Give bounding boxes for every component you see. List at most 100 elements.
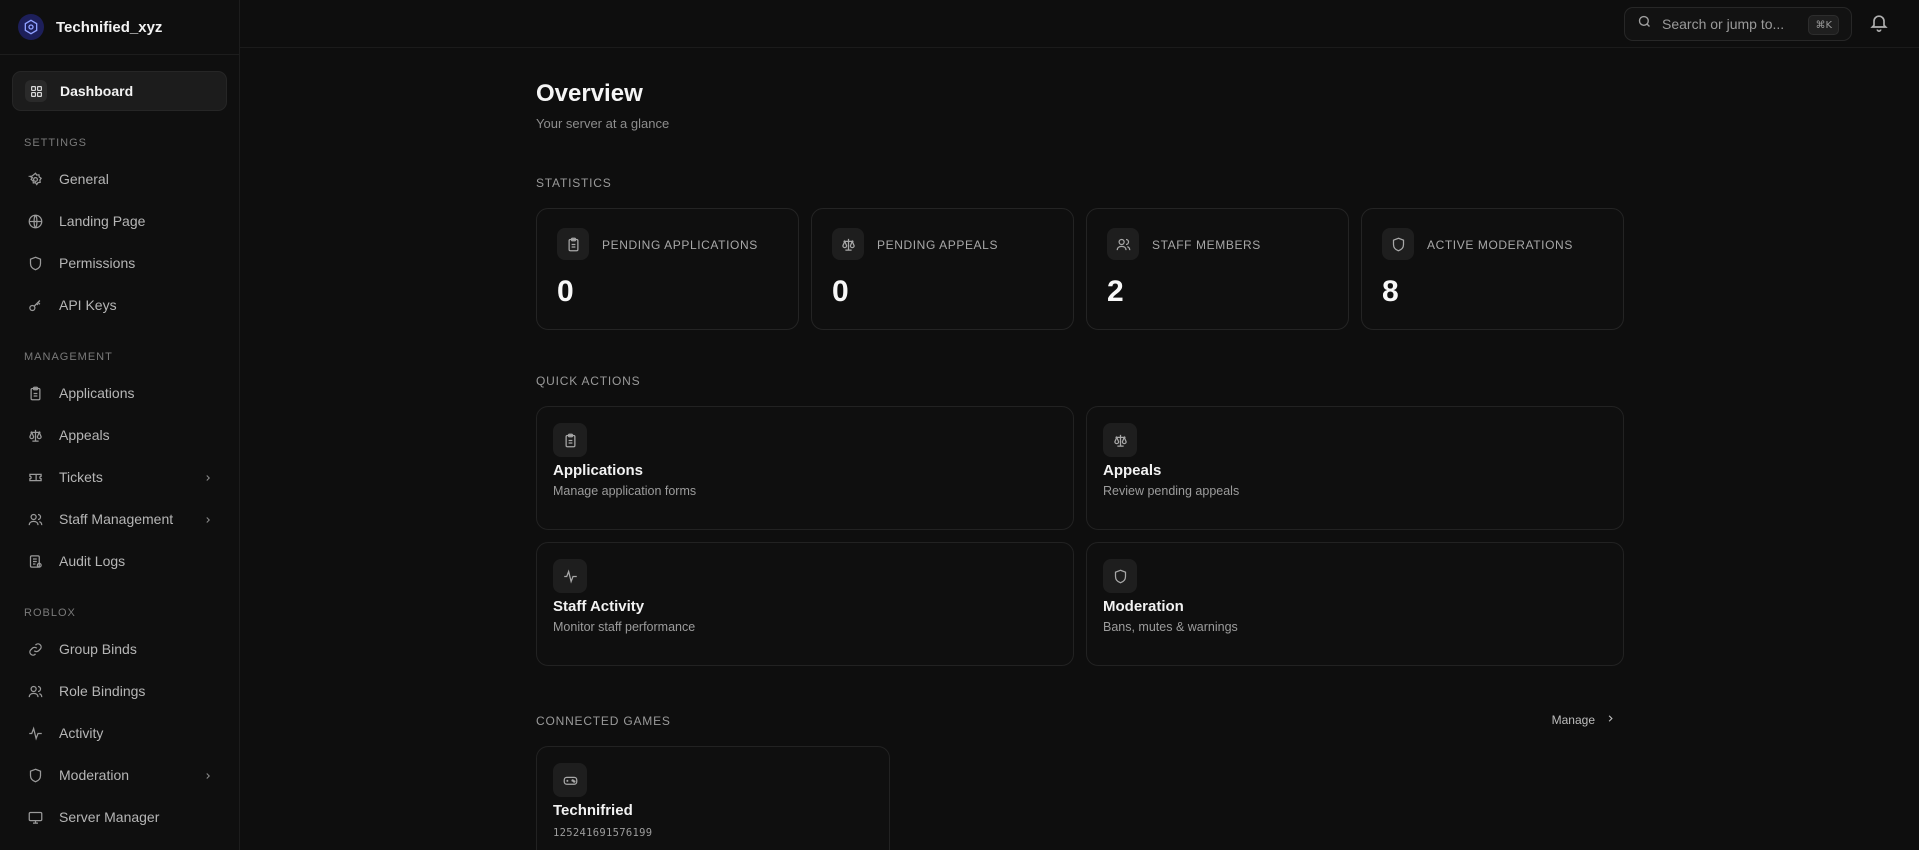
quick-action-appeals[interactable]: Appeals Review pending appeals [1086,406,1624,530]
nav-group-roblox: Group Binds Role Bindings Activity Moder… [12,629,227,837]
stat-value: 0 [832,275,849,308]
clipboard-icon [24,382,46,404]
topbar: Search or jump to... ⌘K [240,0,1919,48]
sidebar-item-label: Role Bindings [59,683,146,699]
stat-card-active-moderations: ACTIVE MODERATIONS 8 [1361,208,1624,330]
nav-group-settings: General Landing Page Permissions API Key… [12,159,227,325]
shield-icon [24,252,46,274]
sidebar-item-label: General [59,171,109,187]
activity-icon [24,722,46,744]
game-name: Technifried [553,802,633,819]
stat-card-pending-applications: PENDING APPLICATIONS 0 [536,208,799,330]
key-icon [24,294,46,316]
sidebar-item-label: Permissions [59,255,136,271]
stat-label: PENDING APPEALS [877,238,999,252]
sidebar-item-applications[interactable]: Applications [12,373,227,413]
stat-value: 2 [1107,275,1124,308]
connected-games-heading: CONNECTED GAMES [536,714,671,728]
sidebar-item-api-keys[interactable]: API Keys [12,285,227,325]
globe-icon [24,210,46,232]
log-icon [24,550,46,572]
sidebar-item-activity[interactable]: Activity [12,713,227,753]
manage-link[interactable]: Manage [1552,713,1616,727]
quick-action-title: Applications [553,462,644,479]
game-card[interactable]: Technifried 125241691576199 [536,746,890,850]
bell-icon[interactable] [1869,12,1889,37]
chevron-right-icon[interactable] [203,470,213,486]
quick-action-title: Moderation [1103,598,1184,615]
quick-action-desc: Bans, mutes & warnings [1103,620,1238,634]
sidebar-item-role-bindings[interactable]: Role Bindings [12,671,227,711]
monitor-icon [24,806,46,828]
sidebar-item-label: Appeals [59,427,110,443]
sidebar-item-appeals[interactable]: Appeals [12,415,227,455]
sidebar-item-landing-page[interactable]: Landing Page [12,201,227,241]
section-label-management: MANAGEMENT [24,351,113,363]
sidebar-item-label: Staff Management [59,511,174,527]
sidebar-item-label: Dashboard [60,83,134,99]
sidebar-item-general[interactable]: General [12,159,227,199]
statistics-heading: STATISTICS [536,176,612,190]
sidebar-item-permissions[interactable]: Permissions [12,243,227,283]
page-subtitle: Your server at a glance [536,116,670,131]
gear-icon [24,168,46,190]
activity-icon [553,559,587,593]
nav-group-management: Applications Appeals Tickets Staff Manag… [12,373,227,581]
main-content: Overview Your server at a glance STATIST… [536,80,1626,850]
stat-label: PENDING APPLICATIONS [602,238,758,252]
quick-action-staff-activity[interactable]: Staff Activity Monitor staff performance [536,542,1074,666]
search-placeholder: Search or jump to... [1662,16,1785,32]
quick-actions-heading: QUICK ACTIONS [536,374,641,388]
chevron-right-icon[interactable] [203,768,213,784]
sidebar: Technified_xyz Dashboard SETTINGS Genera… [0,0,240,850]
ticket-icon [24,466,46,488]
link-icon [24,638,46,660]
quick-action-moderation[interactable]: Moderation Bans, mutes & warnings [1086,542,1624,666]
sidebar-item-audit-logs[interactable]: Audit Logs [12,541,227,581]
quick-action-title: Appeals [1103,462,1162,479]
sidebar-item-moderation[interactable]: Moderation [12,755,227,795]
quick-action-desc: Monitor staff performance [553,620,696,634]
quick-action-applications[interactable]: Applications Manage application forms [536,406,1074,530]
stat-value: 0 [557,275,574,308]
gamepad-icon [553,763,587,797]
scale-icon [832,228,864,260]
sidebar-item-label: Activity [59,725,104,741]
sidebar-item-label: Audit Logs [59,553,126,569]
sidebar-item-group-binds[interactable]: Group Binds [12,629,227,669]
shield-icon [24,764,46,786]
stat-label: STAFF MEMBERS [1152,238,1261,252]
app-root: Technified_xyz Dashboard SETTINGS Genera… [0,0,1919,850]
shield-icon [1103,559,1137,593]
quick-action-title: Staff Activity [553,598,645,615]
section-label-roblox: ROBLOX [24,607,76,619]
stat-value: 8 [1382,275,1399,308]
sidebar-item-tickets[interactable]: Tickets [12,457,227,497]
users-icon [1107,228,1139,260]
game-id: 125241691576199 [553,827,653,839]
quick-action-desc: Review pending appeals [1103,484,1240,498]
sidebar-item-server-manager[interactable]: Server Manager [12,797,227,837]
search-input[interactable]: Search or jump to... ⌘K [1624,7,1852,41]
stat-card-pending-appeals: PENDING APPEALS 0 [811,208,1074,330]
manage-label: Manage [1551,713,1595,727]
chevron-right-icon[interactable] [203,512,213,528]
sidebar-item-label: Group Binds [59,641,137,657]
stat-label: ACTIVE MODERATIONS [1427,238,1573,252]
sidebar-item-label: API Keys [59,297,117,313]
sidebar-item-dashboard[interactable]: Dashboard [12,71,227,111]
sidebar-item-label: Landing Page [59,213,146,229]
brand-logo-icon [18,14,44,40]
users-icon [24,508,46,530]
users-icon [24,680,46,702]
brand[interactable]: Technified_xyz [0,0,239,55]
stat-card-staff-members: STAFF MEMBERS 2 [1086,208,1349,330]
brand-name: Technified_xyz [56,18,163,36]
sidebar-item-label: Tickets [59,469,103,485]
sidebar-item-label: Moderation [59,767,130,783]
sidebar-item-staff-management[interactable]: Staff Management [12,499,227,539]
search-icon [1637,14,1652,34]
scale-icon [1103,423,1137,457]
shield-icon [1382,228,1414,260]
clipboard-icon [557,228,589,260]
